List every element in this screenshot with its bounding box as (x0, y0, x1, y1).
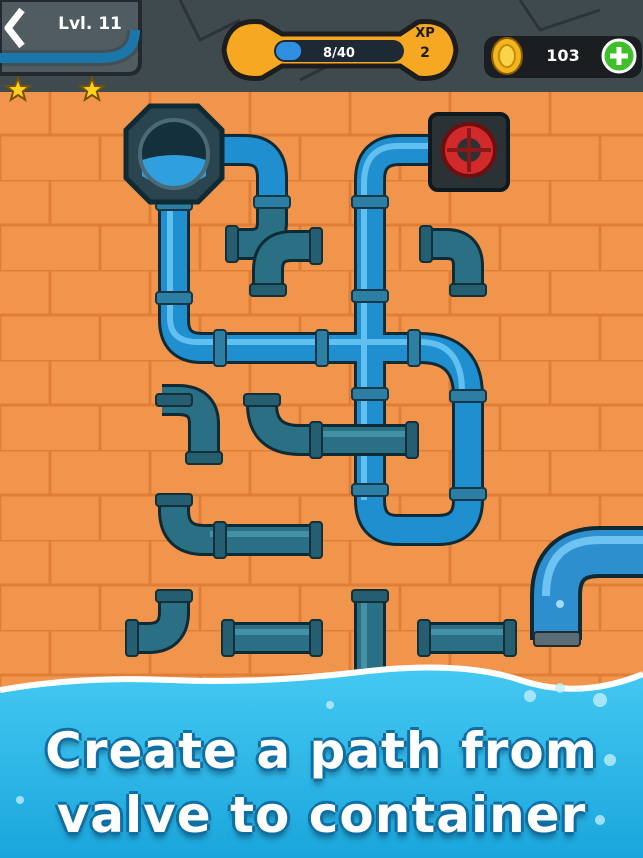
coin-icon (491, 37, 523, 75)
xp-progress-text: 8/40 (323, 46, 355, 61)
add-coins-button[interactable] (601, 38, 637, 74)
water-tank (123, 103, 225, 205)
caption-line-1: Create a path from (45, 722, 598, 780)
caption-line-2: valve to container (56, 786, 587, 844)
xp-fill (276, 42, 302, 60)
xp-level: 2 (420, 45, 430, 61)
xp-label: XP (415, 26, 435, 41)
level-label: Lvl. 11 (58, 14, 122, 34)
red-valve[interactable] (428, 112, 510, 192)
coin-count: 103 (546, 46, 579, 65)
